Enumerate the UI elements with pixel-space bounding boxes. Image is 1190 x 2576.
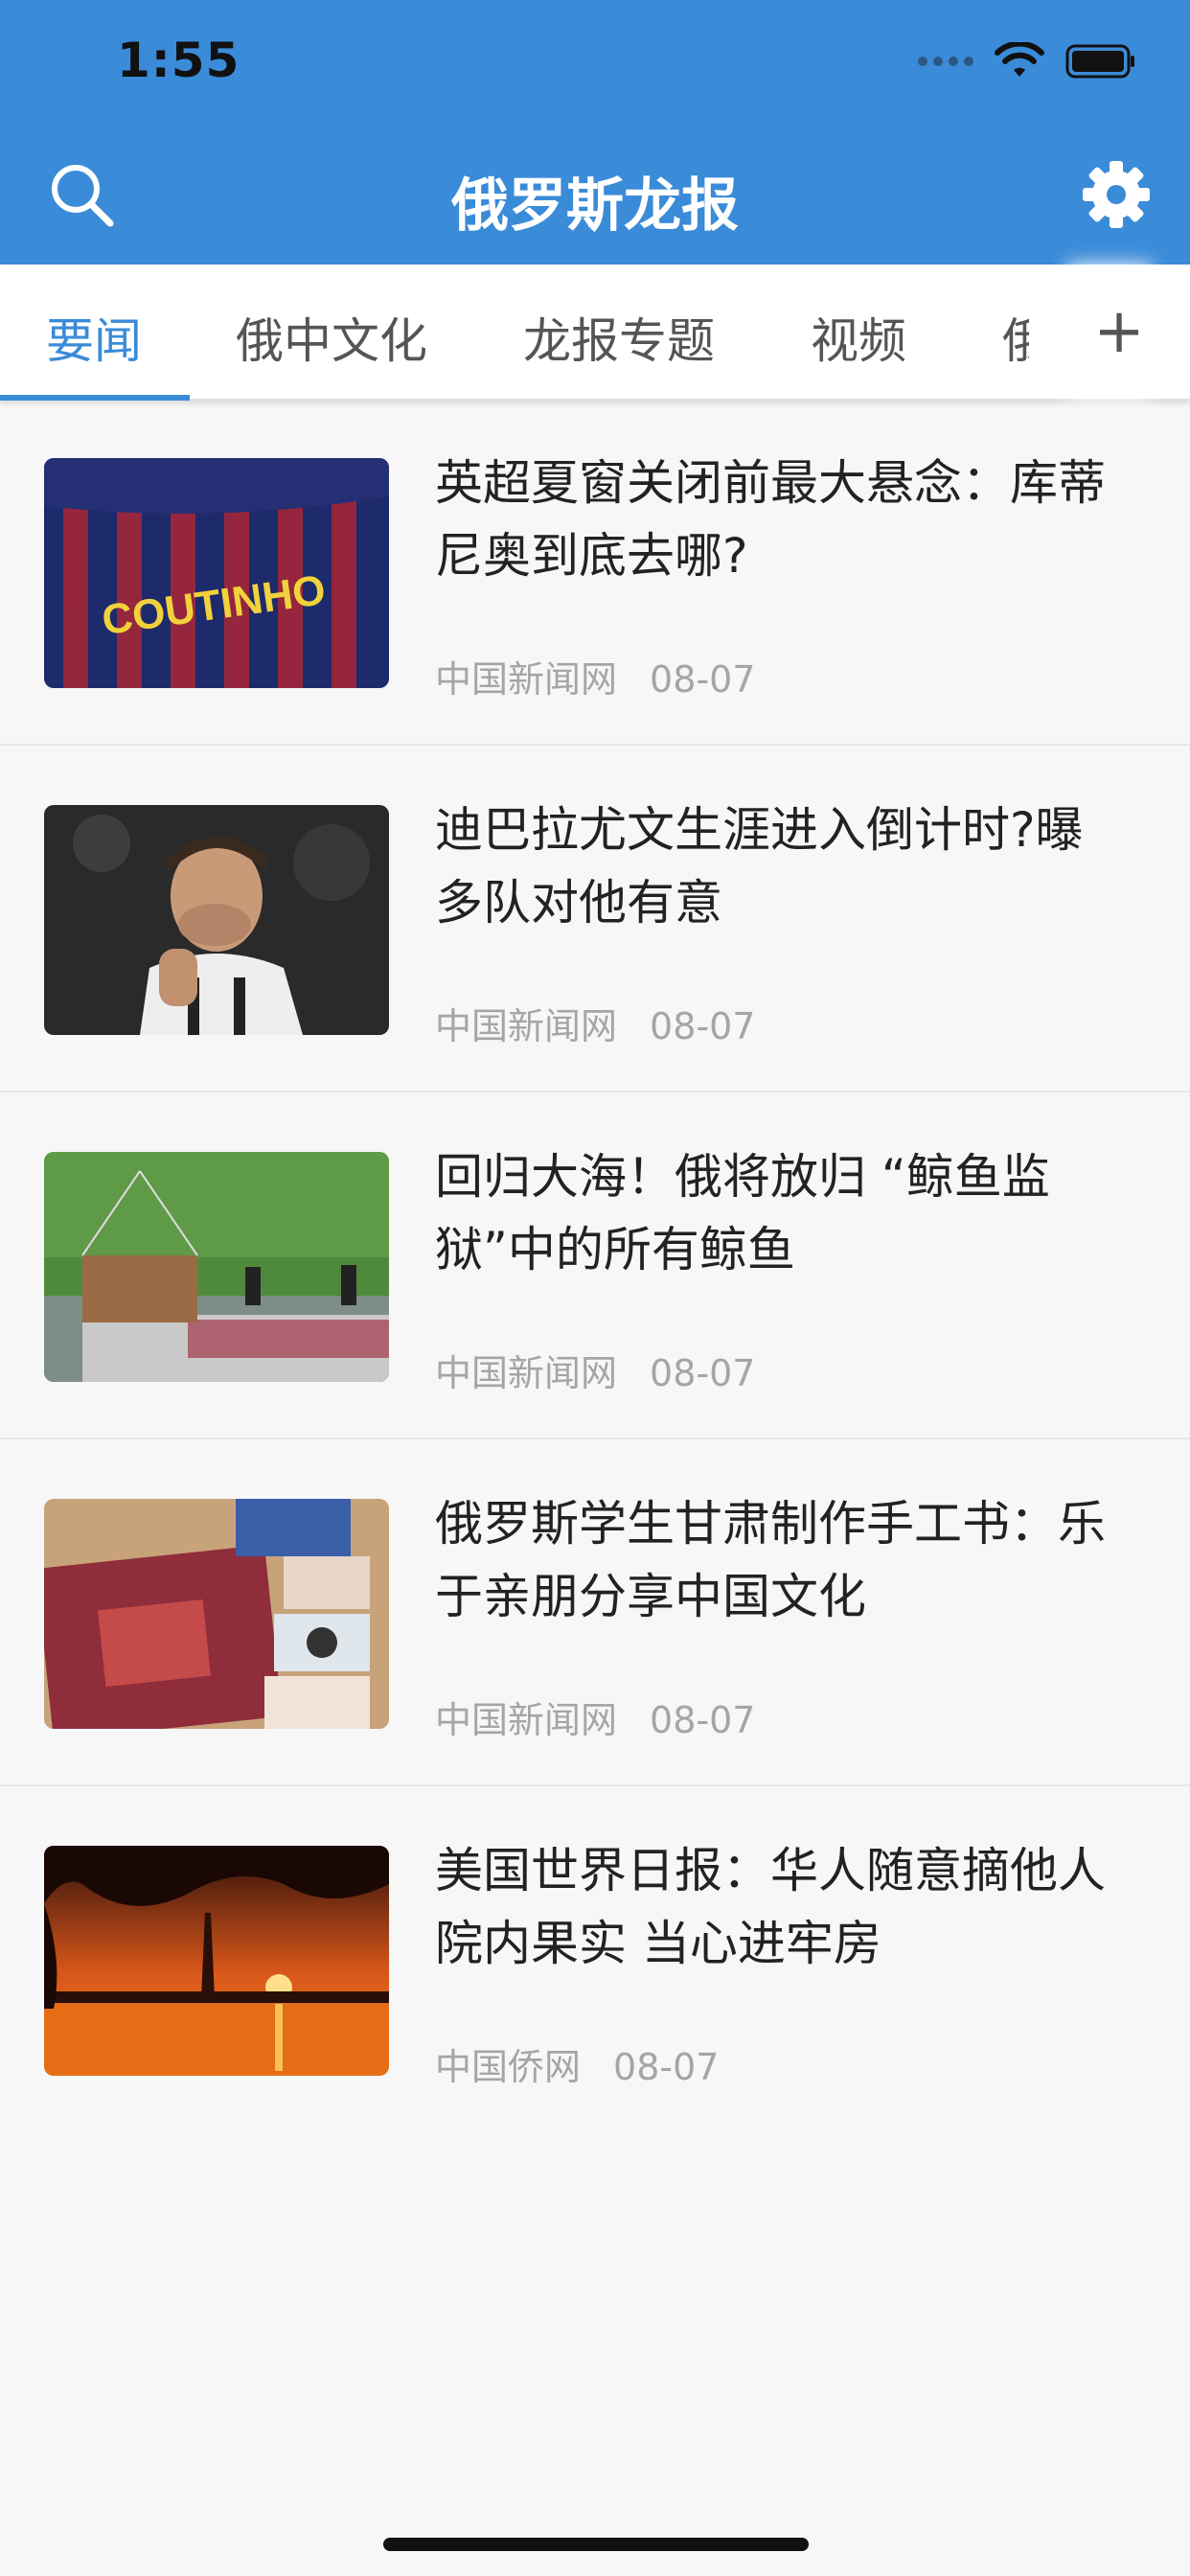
tab-headlines[interactable]: 要闻 <box>46 303 142 372</box>
article-title: 俄罗斯学生甘肃制作手工书：乐于亲朋分享中国文化 <box>435 1496 1106 1624</box>
article-source: 中国新闻网 <box>435 1005 618 1047</box>
list-item[interactable]: 俄罗斯学生甘肃制作手工书：乐于亲朋分享中国文化 中国新闻网 08-07 <box>0 1439 1190 1786</box>
article-source: 中国新闻网 <box>435 1352 618 1394</box>
article-date: 08-07 <box>650 1005 756 1047</box>
list-item[interactable]: 美国世界日报：华人随意摘他人院内果实 当心进牢房 中国侨网 08-07 <box>0 1786 1190 2131</box>
tab-partial[interactable]: 俄 <box>1002 303 1029 372</box>
article-list: COUTINHO 英超夏窗关闭前最大悬念：库蒂尼奥到底去哪? 中国新闻网 08-0… <box>0 399 1190 2131</box>
article-date: 08-07 <box>650 658 756 701</box>
article-meta: 中国新闻网 08-07 <box>435 1690 755 1743</box>
article-title: 英超夏窗关闭前最大悬念：库蒂尼奥到底去哪? <box>435 455 1106 584</box>
category-tabs: 要闻 俄中文化 龙报专题 视频 俄 + <box>0 264 1190 401</box>
list-item[interactable]: 迪巴拉尤文生涯进入倒计时?曝多队对他有意 中国新闻网 08-07 <box>0 746 1190 1092</box>
status-icons <box>918 42 1136 80</box>
article-date: 08-07 <box>650 1352 756 1394</box>
page-title: 俄罗斯龙报 <box>451 172 739 240</box>
article-meta: 中国新闻网 08-07 <box>435 1344 755 1396</box>
article-thumbnail <box>44 1152 389 1382</box>
article-title: 回归大海！俄将放归 “鲸鱼监狱”中的所有鲸鱼 <box>435 1149 1050 1277</box>
gear-icon <box>1083 161 1150 228</box>
settings-button[interactable] <box>1077 155 1156 234</box>
article-source: 中国侨网 <box>435 2046 582 2088</box>
battery-icon <box>1065 44 1134 79</box>
article-date: 08-07 <box>650 1699 756 1741</box>
tab-video[interactable]: 视频 <box>811 303 906 372</box>
article-meta: 中国新闻网 08-07 <box>435 997 755 1049</box>
list-item[interactable]: COUTINHO 英超夏窗关闭前最大悬念：库蒂尼奥到底去哪? 中国新闻网 08-0… <box>0 399 1190 746</box>
status-time: 1:55 <box>117 33 240 88</box>
article-thumbnail <box>44 1846 389 2076</box>
article-date: 08-07 <box>613 2046 720 2088</box>
article-source: 中国新闻网 <box>435 658 618 701</box>
article-title: 美国世界日报：华人随意摘他人院内果实 当心进牢房 <box>435 1843 1106 1971</box>
article-meta: 中国新闻网 08-07 <box>435 650 755 702</box>
signal-icon <box>918 57 973 66</box>
article-thumbnail <box>44 1499 389 1729</box>
article-thumbnail: COUTINHO <box>44 458 389 688</box>
tab-specials[interactable]: 龙报专题 <box>523 303 715 372</box>
wifi-icon <box>995 42 1044 77</box>
list-item[interactable]: 回归大海！俄将放归 “鲸鱼监狱”中的所有鲸鱼 中国新闻网 08-07 <box>0 1092 1190 1439</box>
article-title: 迪巴拉尤文生涯进入倒计时?曝多队对他有意 <box>435 802 1084 931</box>
article-source: 中国新闻网 <box>435 1699 618 1741</box>
tab-culture[interactable]: 俄中文化 <box>236 303 427 372</box>
article-thumbnail <box>44 805 389 1035</box>
add-tab-button[interactable]: + <box>1077 264 1161 399</box>
home-indicator[interactable] <box>383 2538 809 2551</box>
article-meta: 中国侨网 08-07 <box>435 2037 719 2090</box>
app-header: 1:55 俄罗斯龙报 <box>0 0 1190 264</box>
